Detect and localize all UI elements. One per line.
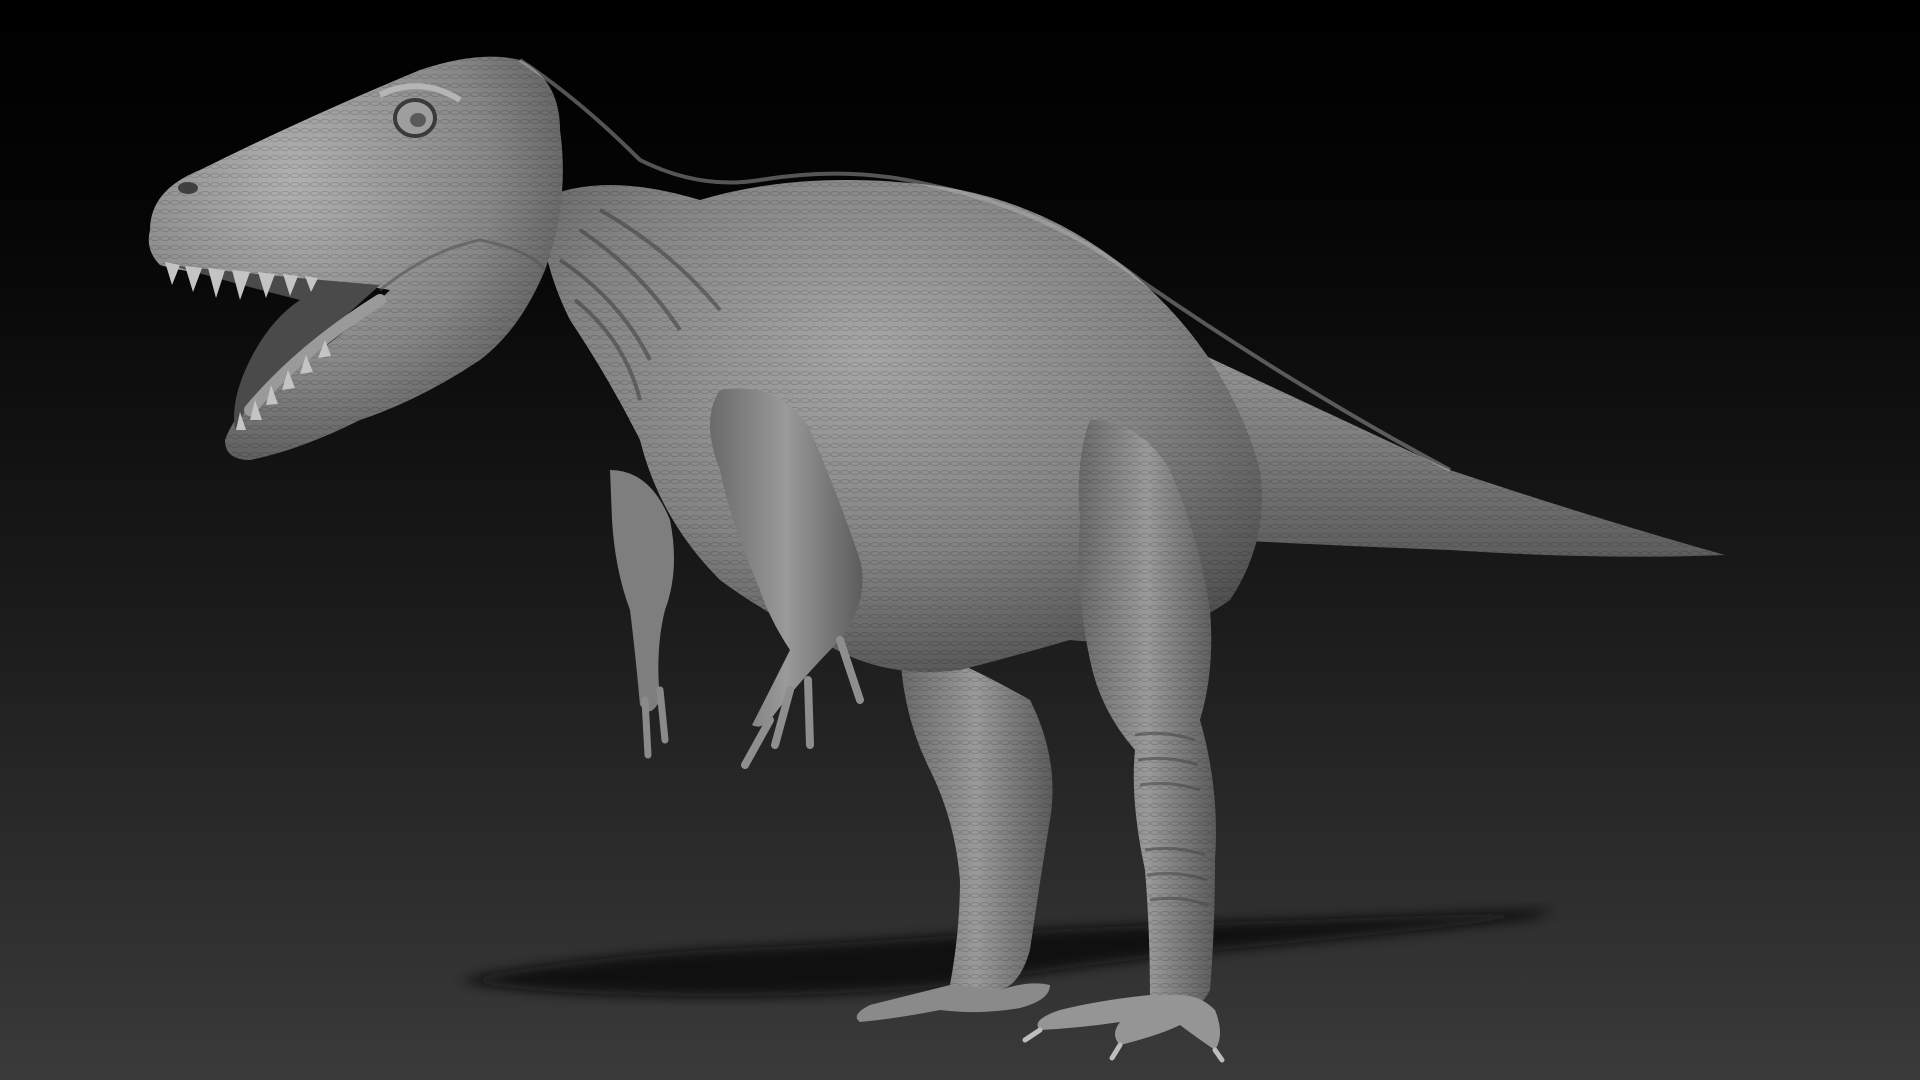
head [148,56,563,461]
nostril [178,182,198,194]
dinosaur-render [148,56,1725,1063]
far-arm [610,470,674,759]
render-viewport [0,0,1920,1080]
